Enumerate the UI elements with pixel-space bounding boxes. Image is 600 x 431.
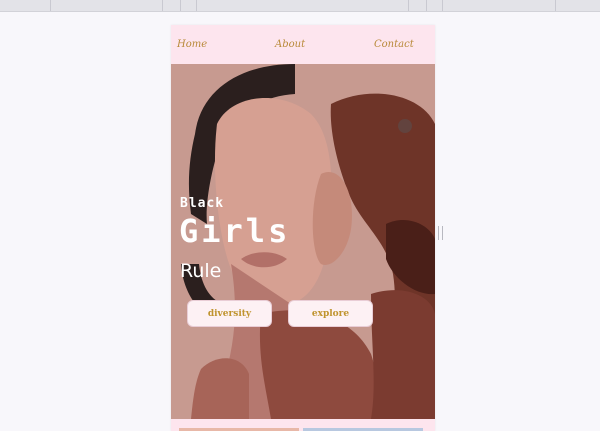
top-navigation: Home About Contact — [171, 25, 435, 64]
hero-title-line1: Black — [180, 196, 225, 211]
toolbar-divider — [408, 0, 409, 11]
body-shape — [371, 290, 435, 419]
toolbar-divider — [162, 0, 163, 11]
bottom-strip — [171, 419, 435, 431]
browser-toolbar — [0, 0, 600, 12]
scroll-dot-icon[interactable] — [398, 119, 412, 133]
nav-link-home[interactable]: Home — [177, 39, 207, 50]
nav-link-contact[interactable]: Contact — [374, 39, 414, 50]
hero-title-line2: Girls — [179, 212, 291, 250]
explore-button[interactable]: explore — [288, 300, 373, 327]
toolbar-divider — [196, 0, 197, 11]
mobile-preview-frame: Home About Contact Black Girls Rule dive… — [171, 25, 435, 431]
hero-section: Black Girls Rule diversity explore — [171, 64, 435, 419]
toolbar-divider — [442, 0, 443, 11]
toolbar-divider — [426, 0, 427, 11]
diversity-button[interactable]: diversity — [187, 300, 272, 327]
resize-handle-icon[interactable] — [438, 226, 443, 240]
toolbar-divider — [180, 0, 181, 11]
toolbar-divider — [50, 0, 51, 11]
hero-title-line3: Rule — [180, 260, 222, 282]
toolbar-divider — [555, 0, 556, 11]
nav-link-about[interactable]: About — [275, 39, 305, 50]
